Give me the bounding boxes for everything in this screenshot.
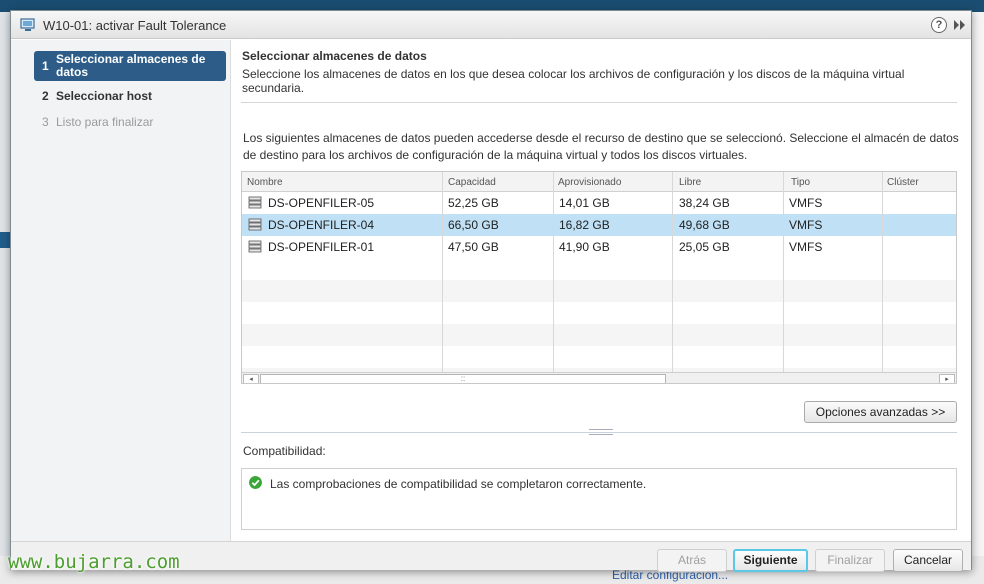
help-icon[interactable]: ? bbox=[931, 17, 947, 33]
cell-capacity: 52,25 GB bbox=[448, 196, 499, 210]
table-row-empty bbox=[242, 346, 956, 368]
cell-name: DS-OPENFILER-04 bbox=[268, 218, 375, 232]
advanced-options-button[interactable]: Opciones avanzadas >> bbox=[804, 401, 957, 423]
cell-provisioned: 41,90 GB bbox=[559, 240, 610, 254]
step-number: 1 bbox=[42, 59, 49, 73]
table-row-empty bbox=[242, 280, 956, 302]
column-header-free[interactable]: Libre bbox=[679, 177, 701, 188]
table-row[interactable]: DS-OPENFILER-05 52,25 GB 14,01 GB 38,24 … bbox=[242, 192, 956, 214]
table-header: Nombre Capacidad Aprovisionado Libre Tip… bbox=[242, 172, 956, 192]
step-ready-to-finish: 3 Listo para finalizar bbox=[34, 115, 226, 129]
column-divider bbox=[672, 172, 673, 372]
cell-capacity: 66,50 GB bbox=[448, 218, 499, 232]
compatibility-panel: Las comprobaciones de compatibilidad se … bbox=[241, 468, 957, 530]
watermark: www.bujarra.com bbox=[8, 551, 180, 573]
column-divider bbox=[882, 172, 883, 372]
scroll-left-icon[interactable]: ◂ bbox=[243, 374, 259, 383]
cell-type: VMFS bbox=[789, 240, 823, 254]
cell-provisioned: 16,82 GB bbox=[559, 218, 610, 232]
step-number: 3 bbox=[42, 115, 49, 129]
compatibility-label: Compatibilidad: bbox=[243, 444, 326, 458]
step-select-host[interactable]: 2 Seleccionar host bbox=[34, 89, 226, 103]
step-label: Seleccionar almacenes de datos bbox=[56, 52, 206, 79]
column-divider bbox=[553, 172, 554, 372]
table-row-empty bbox=[242, 324, 956, 346]
cell-name: DS-OPENFILER-05 bbox=[268, 196, 375, 210]
cell-free: 49,68 GB bbox=[679, 218, 730, 232]
cell-provisioned: 14,01 GB bbox=[559, 196, 610, 210]
cell-name: DS-OPENFILER-01 bbox=[268, 240, 375, 254]
page-subtitle: Seleccione los almacenes de datos en los… bbox=[242, 67, 905, 95]
scroll-thumb[interactable]: :: bbox=[260, 374, 666, 383]
table-row[interactable]: DS-OPENFILER-01 47,50 GB 41,90 GB 25,05 … bbox=[242, 236, 956, 258]
step-label: Seleccionar host bbox=[56, 89, 153, 103]
next-button[interactable]: Siguiente bbox=[733, 549, 808, 572]
cell-type: VMFS bbox=[789, 218, 823, 232]
wizard-steps: 1 Seleccionar almacenes de datos 2 Selec… bbox=[11, 40, 231, 541]
cell-free: 38,24 GB bbox=[679, 196, 730, 210]
column-divider bbox=[442, 172, 443, 372]
column-header-type[interactable]: Tipo bbox=[791, 177, 810, 188]
expand-icon[interactable] bbox=[953, 18, 967, 32]
table-row-empty bbox=[242, 302, 956, 324]
datastore-icon bbox=[248, 218, 262, 231]
vm-icon bbox=[20, 18, 35, 31]
cell-free: 25,05 GB bbox=[679, 240, 730, 254]
datastore-icon bbox=[248, 196, 262, 209]
cancel-button[interactable]: Cancelar bbox=[893, 549, 963, 572]
dialog-title: W10-01: activar Fault Tolerance bbox=[43, 18, 227, 33]
step-number: 2 bbox=[42, 89, 49, 103]
splitter-grip[interactable] bbox=[589, 429, 613, 435]
datastore-icon bbox=[248, 240, 262, 253]
column-header-name[interactable]: Nombre bbox=[247, 177, 283, 188]
column-header-capacity[interactable]: Capacidad bbox=[448, 177, 496, 188]
divider bbox=[241, 102, 957, 103]
page-title: Seleccionar almacenes de datos bbox=[242, 49, 427, 63]
datastore-table: Nombre Capacidad Aprovisionado Libre Tip… bbox=[241, 171, 957, 384]
step-label: Listo para finalizar bbox=[56, 115, 154, 129]
column-header-cluster[interactable]: Clúster bbox=[887, 177, 919, 188]
column-divider bbox=[783, 172, 784, 372]
page-description: Los siguientes almacenes de datos pueden… bbox=[243, 131, 959, 162]
finish-button[interactable]: Finalizar bbox=[815, 549, 885, 572]
cell-capacity: 47,50 GB bbox=[448, 240, 499, 254]
background-app-right-panel bbox=[970, 12, 984, 584]
table-row-selected[interactable]: DS-OPENFILER-04 66,50 GB 16,82 GB 49,68 … bbox=[242, 214, 956, 236]
compatibility-message: Las comprobaciones de compatibilidad se … bbox=[270, 477, 647, 491]
table-row-empty bbox=[242, 258, 956, 280]
cell-type: VMFS bbox=[789, 196, 823, 210]
horizontal-scrollbar[interactable]: ◂ :: ▸ bbox=[242, 372, 956, 383]
scroll-right-icon[interactable]: ▸ bbox=[939, 374, 955, 383]
step-select-datastores[interactable]: 1 Seleccionar almacenes de datos bbox=[34, 51, 226, 81]
fault-tolerance-dialog: W10-01: activar Fault Tolerance ? 1 Sele… bbox=[10, 10, 972, 572]
dialog-titlebar: W10-01: activar Fault Tolerance ? bbox=[11, 11, 971, 39]
check-circle-icon bbox=[249, 476, 262, 489]
column-header-provisioned[interactable]: Aprovisionado bbox=[558, 177, 621, 188]
back-button[interactable]: Atrás bbox=[657, 549, 727, 572]
main-content: Seleccionar almacenes de datos Seleccion… bbox=[232, 40, 971, 541]
